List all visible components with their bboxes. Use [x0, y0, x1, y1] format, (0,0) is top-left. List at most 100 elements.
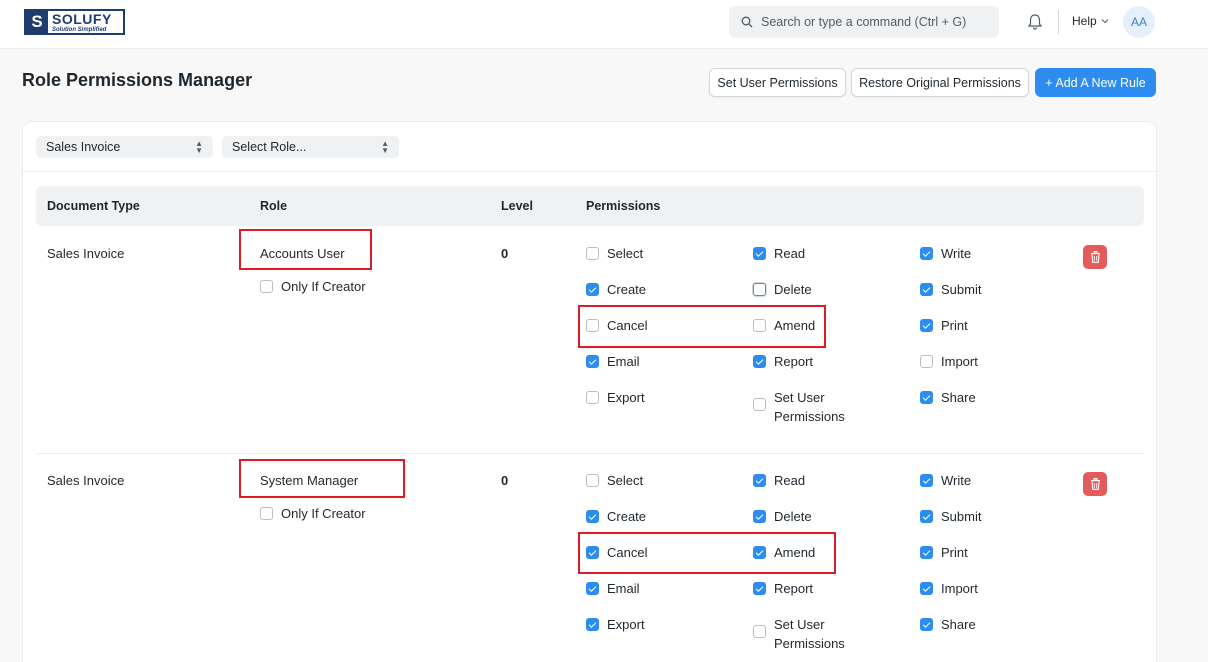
checkbox-unchecked[interactable] — [753, 625, 766, 638]
help-dropdown[interactable]: Help — [1072, 14, 1109, 28]
perm-report-checkbox[interactable]: Report — [753, 354, 813, 369]
search-icon — [741, 16, 753, 28]
perm-select-checkbox[interactable]: Select — [586, 473, 643, 488]
only-if-creator-checkbox[interactable]: Only If Creator — [260, 506, 366, 521]
checkbox-checked[interactable] — [586, 283, 599, 296]
search-placeholder: Search or type a command (Ctrl + G) — [761, 15, 967, 29]
checkbox-checked[interactable] — [920, 546, 933, 559]
checkbox-checked[interactable] — [920, 510, 933, 523]
delete-rule-button[interactable] — [1083, 472, 1107, 496]
perm-cancel-label: Cancel — [607, 318, 648, 333]
perm-print-label: Print — [941, 545, 968, 560]
perm-submit-checkbox[interactable]: Submit — [920, 509, 981, 524]
checkbox-unchecked[interactable] — [586, 474, 599, 487]
perm-import-checkbox[interactable]: Import — [920, 581, 978, 596]
perm-email-checkbox[interactable]: Email — [586, 354, 640, 369]
only-if-creator-checkbox[interactable]: Only If Creator — [260, 279, 366, 294]
perm-import-checkbox[interactable]: Import — [920, 354, 978, 369]
perm-email-checkbox[interactable]: Email — [586, 581, 640, 596]
perm-submit-checkbox[interactable]: Submit — [920, 282, 981, 297]
set-user-permissions-button[interactable]: Set User Permissions — [709, 68, 846, 97]
checkbox-unchecked[interactable] — [586, 247, 599, 260]
perm-set-user-permissions-checkbox[interactable]: Set User Permissions — [753, 617, 864, 653]
delete-rule-button[interactable] — [1083, 245, 1107, 269]
checkbox-unchecked[interactable] — [753, 283, 766, 296]
checkbox-checked[interactable] — [586, 546, 599, 559]
checkbox-checked[interactable] — [586, 510, 599, 523]
perm-import-label: Import — [941, 354, 978, 369]
perm-create-checkbox[interactable]: Create — [586, 282, 646, 297]
perm-amend-label: Amend — [774, 545, 816, 560]
checkbox-unchecked[interactable] — [586, 319, 599, 332]
perm-create-checkbox[interactable]: Create — [586, 509, 646, 524]
user-avatar[interactable]: AA — [1123, 6, 1155, 38]
trash-icon — [1090, 251, 1100, 263]
search-bar[interactable]: Search or type a command (Ctrl + G) — [729, 6, 999, 38]
checkbox-checked[interactable] — [586, 582, 599, 595]
perm-export-label: Export — [607, 390, 645, 405]
checkbox[interactable] — [260, 280, 273, 293]
checkbox-checked[interactable] — [586, 355, 599, 368]
perm-set-user-permissions-checkbox[interactable]: Set User Permissions — [753, 390, 864, 426]
perm-read-label: Read — [774, 246, 806, 261]
doctype-select[interactable]: Sales Invoice ▲ ▼ — [36, 136, 213, 158]
checkbox-checked[interactable] — [753, 582, 766, 595]
perm-read-checkbox[interactable]: Read — [753, 246, 805, 261]
perm-delete-checkbox[interactable]: Delete — [753, 282, 812, 297]
checkbox-checked[interactable] — [753, 474, 766, 487]
checkbox-unchecked[interactable] — [753, 398, 766, 411]
checkbox-checked[interactable] — [753, 510, 766, 523]
select-arrows-icon: ▲ ▼ — [381, 139, 389, 155]
perm-read-checkbox[interactable]: Read — [753, 473, 805, 488]
header-permissions: Permissions — [586, 199, 661, 213]
perm-export-checkbox[interactable]: Export — [586, 617, 645, 632]
perm-amend-checkbox[interactable]: Amend — [753, 545, 815, 560]
perm-export-label: Export — [607, 617, 645, 632]
perm-select-label: Select — [607, 246, 644, 261]
checkbox-checked[interactable] — [920, 283, 933, 296]
perm-write-checkbox[interactable]: Write — [920, 473, 971, 488]
checkbox-unchecked[interactable] — [753, 319, 766, 332]
checkbox-checked[interactable] — [920, 618, 933, 631]
perm-cancel-checkbox[interactable]: Cancel — [586, 545, 647, 560]
checkbox-checked[interactable] — [753, 355, 766, 368]
perm-export-checkbox[interactable]: Export — [586, 390, 645, 405]
row-divider — [36, 453, 1144, 454]
perm-print-checkbox[interactable]: Print — [920, 318, 968, 333]
checkbox-checked[interactable] — [920, 582, 933, 595]
role-select[interactable]: Select Role... ▲ ▼ — [222, 136, 399, 158]
checkbox-unchecked[interactable] — [586, 391, 599, 404]
checkbox-checked[interactable] — [753, 247, 766, 260]
notification-bell-icon[interactable] — [1027, 13, 1043, 31]
app-logo[interactable]: S SOLUFY Solution Simplified — [24, 9, 125, 35]
checkbox-checked[interactable] — [586, 618, 599, 631]
divider — [23, 171, 1156, 172]
perm-share-checkbox[interactable]: Share — [920, 617, 976, 632]
perm-write-checkbox[interactable]: Write — [920, 246, 971, 261]
perm-cancel-checkbox[interactable]: Cancel — [586, 318, 647, 333]
row-doctype[interactable]: Sales Invoice — [47, 246, 124, 261]
checkbox-checked[interactable] — [920, 319, 933, 332]
checkbox-checked[interactable] — [753, 546, 766, 559]
perm-select-checkbox[interactable]: Select — [586, 246, 643, 261]
checkbox-checked[interactable] — [920, 391, 933, 404]
checkbox-unchecked[interactable] — [920, 355, 933, 368]
perm-report-checkbox[interactable]: Report — [753, 581, 813, 596]
restore-original-permissions-button[interactable]: Restore Original Permissions — [851, 68, 1029, 97]
perm-share-label: Share — [941, 390, 976, 405]
perm-amend-checkbox[interactable]: Amend — [753, 318, 815, 333]
row-doctype[interactable]: Sales Invoice — [47, 473, 124, 488]
checkbox[interactable] — [260, 507, 273, 520]
perm-delete-checkbox[interactable]: Delete — [753, 509, 812, 524]
nav-divider — [1058, 10, 1059, 34]
row-role: Accounts User — [260, 246, 345, 261]
perm-report-label: Report — [774, 354, 814, 369]
add-new-rule-button[interactable]: + Add A New Rule — [1035, 68, 1156, 97]
doctype-select-value: Sales Invoice — [46, 140, 121, 154]
perm-print-checkbox[interactable]: Print — [920, 545, 968, 560]
checkbox-checked[interactable] — [920, 247, 933, 260]
perm-write-label: Write — [941, 246, 972, 261]
perm-write-label: Write — [941, 473, 972, 488]
perm-share-checkbox[interactable]: Share — [920, 390, 976, 405]
checkbox-checked[interactable] — [920, 474, 933, 487]
